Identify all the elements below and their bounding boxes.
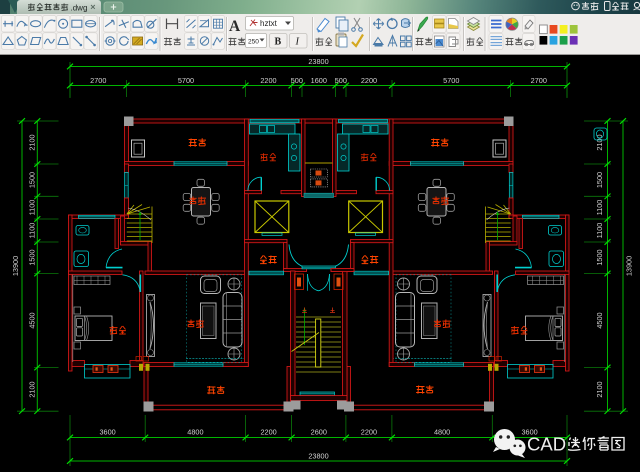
svg-text:2600: 2600 [311, 428, 327, 437]
svg-text:2200: 2200 [260, 428, 276, 437]
svg-text:2700: 2700 [531, 76, 547, 85]
svg-text:hztxt: hztxt [260, 19, 278, 28]
svg-text:2200: 2200 [260, 76, 276, 85]
svg-text:500: 500 [335, 76, 347, 85]
svg-text:2200: 2200 [361, 76, 377, 85]
svg-text:2100: 2100 [28, 134, 37, 150]
svg-text:23800: 23800 [308, 57, 328, 66]
svg-text:2100: 2100 [595, 381, 604, 397]
svg-text:A: A [229, 18, 241, 35]
svg-text:1500: 1500 [28, 249, 37, 265]
svg-text:1100: 1100 [595, 200, 604, 216]
svg-text:3600: 3600 [99, 428, 115, 437]
svg-text:I: I [295, 37, 300, 48]
svg-text:1100: 1100 [595, 223, 604, 239]
svg-text:1500: 1500 [595, 172, 604, 188]
svg-text:4500: 4500 [28, 312, 37, 328]
svg-text:B: B [275, 37, 282, 48]
svg-text:13900: 13900 [625, 256, 634, 276]
svg-text:1100: 1100 [28, 200, 37, 216]
svg-text:4800: 4800 [434, 428, 450, 437]
svg-text:13900: 13900 [11, 256, 20, 276]
svg-text:23800: 23800 [308, 452, 328, 461]
svg-text:1100: 1100 [28, 223, 37, 239]
svg-text:4500: 4500 [595, 312, 604, 328]
svg-text:5700: 5700 [443, 76, 459, 85]
svg-text:1500: 1500 [595, 249, 604, 265]
svg-text:250: 250 [248, 39, 259, 46]
svg-text:5700: 5700 [178, 76, 194, 85]
svg-text:CAD: CAD [527, 434, 566, 455]
svg-text:2100: 2100 [28, 381, 37, 397]
svg-text:2700: 2700 [90, 76, 106, 85]
svg-text:500: 500 [291, 76, 303, 85]
svg-text:1500: 1500 [28, 172, 37, 188]
svg-text:1600: 1600 [311, 76, 327, 85]
svg-text:2200: 2200 [361, 428, 377, 437]
svg-text:4800: 4800 [187, 428, 203, 437]
